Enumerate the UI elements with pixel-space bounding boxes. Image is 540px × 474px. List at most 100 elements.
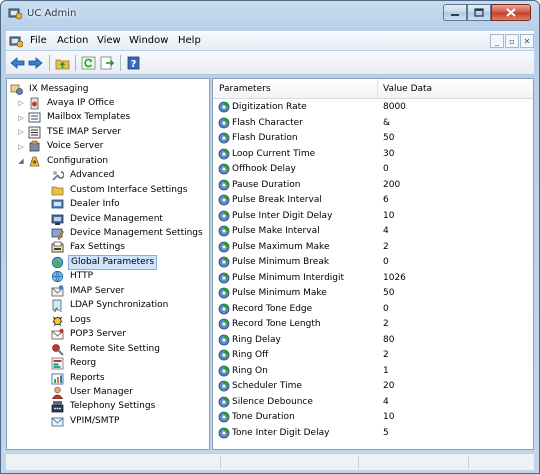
parameter-name: Flash Character — [232, 117, 303, 128]
back-arrow-icon — [10, 57, 25, 69]
expander-icon[interactable]: ◢ — [17, 157, 25, 165]
parameter-name: Pulse Minimum Make — [232, 288, 327, 298]
tree-item-label: IX Messaging — [29, 83, 89, 94]
menu-window[interactable]: Window — [129, 35, 168, 46]
tree-item-configuration[interactable]: ◢ Configuration — [17, 154, 110, 168]
parameter-icon — [218, 303, 230, 314]
export-button[interactable] — [99, 55, 116, 71]
refresh-button[interactable] — [80, 55, 97, 71]
tree-item-device-management-settings[interactable]: Device Management Settings — [40, 227, 205, 241]
toolbar-separator — [120, 55, 121, 71]
tree-item-label: Global Parameters — [68, 254, 158, 270]
tree-item-avaya-ip-office[interactable]: ▷ Avaya IP Office — [17, 96, 116, 110]
parameter-value: & — [383, 117, 391, 128]
menu-view[interactable]: View — [97, 35, 121, 46]
list-row[interactable]: Pulse Minimum Make 50 — [213, 286, 533, 301]
forward-button[interactable] — [27, 55, 44, 71]
tree-item-dealer-info[interactable]: Dealer Info — [40, 198, 122, 212]
minimize-icon — [451, 13, 459, 16]
messaging-icon — [10, 84, 23, 95]
expander-icon[interactable]: ▷ — [17, 114, 25, 122]
list-row[interactable]: Tone Duration 10 — [213, 410, 533, 425]
tree-item-fax-settings[interactable]: Fax Settings — [40, 241, 127, 255]
parameter-value: 30 — [383, 148, 395, 159]
voice-server-icon — [29, 140, 40, 152]
tree-item-label: Configuration — [47, 155, 109, 166]
tree-item-http[interactable]: HTTP — [40, 270, 95, 284]
app-menu-icon[interactable] — [9, 35, 23, 48]
column-header-value-data[interactable]: Value Data — [383, 84, 432, 94]
tree-item-ldap-synchronization[interactable]: LDAP Synchronization — [40, 299, 170, 313]
parameter-name: Pulse Make Interval — [232, 226, 320, 236]
tree-item-global-parameters[interactable]: Global Parameters — [40, 254, 158, 270]
minimize-button[interactable] — [443, 4, 467, 21]
parameter-value: 10 — [383, 412, 395, 422]
tree-item-remote-site-setting[interactable]: Remote Site Setting — [40, 342, 162, 356]
parameter-name: Record Tone Edge — [232, 303, 313, 314]
expander-icon[interactable]: ▷ — [17, 99, 25, 107]
tree-item-user-manager[interactable]: User Manager — [40, 385, 135, 399]
list-row[interactable]: Digitization Rate 8000 — [213, 100, 533, 115]
list-row[interactable]: Silence Debounce 4 — [213, 395, 533, 410]
parameter-value: 80 — [383, 334, 395, 345]
back-button[interactable] — [9, 55, 26, 71]
title-bar[interactable]: UC Admin — [1, 1, 539, 28]
menu-file[interactable]: File — [30, 35, 47, 46]
tree-item-logs[interactable]: Logs — [40, 313, 93, 327]
parameter-value: 4 — [383, 226, 389, 236]
list-row[interactable]: Record Tone Length 2 — [213, 317, 533, 332]
column-divider[interactable] — [377, 79, 378, 99]
tree-item-mailbox-templates[interactable]: ▷ Mailbox Templates — [17, 111, 132, 125]
maximize-button[interactable] — [467, 4, 491, 21]
list-row[interactable]: Record Tone Edge 0 — [213, 302, 533, 317]
help-button[interactable]: ? — [125, 55, 142, 71]
tree-item-tse-imap-server[interactable]: ▷ TSE IMAP Server — [17, 125, 123, 139]
expander-icon[interactable]: ▷ — [17, 128, 25, 136]
up-folder-button[interactable] — [54, 55, 71, 71]
minimize-icon: _ — [495, 36, 499, 46]
mdi-minimize-button[interactable]: _ — [490, 34, 504, 48]
tree-item-imap-server[interactable]: IMAP Server — [40, 284, 126, 298]
tree-item-device-management[interactable]: Device Management — [40, 212, 165, 226]
tree-item-reorg[interactable]: Reorg — [40, 357, 98, 371]
tree-item-reports[interactable]: Reports — [40, 371, 107, 385]
list-row[interactable]: Loop Current Time 30 — [213, 147, 533, 162]
parameter-name: Pause Duration — [232, 179, 301, 190]
parameter-name: Record Tone Length — [232, 319, 321, 329]
close-button[interactable] — [491, 4, 531, 21]
menu-help[interactable]: Help — [178, 35, 201, 46]
column-header-parameters[interactable]: Parameters — [219, 84, 271, 94]
menu-bar: File Action View Window Help _ ▫ ✕ — [6, 31, 534, 50]
list-row[interactable]: Pulse Inter Digit Delay 10 — [213, 209, 533, 224]
list-row[interactable]: Pause Duration 200 — [213, 178, 533, 193]
refresh-icon — [81, 56, 96, 70]
list-row[interactable]: Ring On 1 — [213, 364, 533, 379]
mdi-close-button[interactable]: ✕ — [520, 34, 534, 48]
list-row[interactable]: Pulse Maximum Make 2 — [213, 240, 533, 255]
list-row[interactable]: Ring Off 2 — [213, 348, 533, 363]
list-row[interactable]: Pulse Make Interval 4 — [213, 224, 533, 239]
tree-item-vpim-smtp[interactable]: VPIM/SMTP — [40, 414, 121, 428]
parameter-name: Flash Duration — [232, 133, 298, 143]
list-row[interactable]: Ring Delay 80 — [213, 333, 533, 348]
list-row[interactable]: Tone Inter Digit Delay 5 — [213, 426, 533, 441]
tree-item-pop3-server[interactable]: POP3 Server — [40, 328, 128, 342]
menu-action[interactable]: Action — [57, 35, 88, 46]
parameter-name: Ring Off — [232, 350, 269, 360]
parameter-name: Pulse Minimum Interdigit — [232, 272, 345, 283]
list-row[interactable]: Flash Duration 50 — [213, 131, 533, 146]
mdi-restore-button[interactable]: ▫ — [505, 34, 519, 48]
tree-item-custom-interface-settings[interactable]: Custom Interface Settings — [40, 183, 189, 197]
tree-item-ix-messaging[interactable]: IX Messaging — [10, 82, 91, 96]
list-row[interactable]: Scheduler Time 20 — [213, 379, 533, 394]
tree-item-advanced[interactable]: Advanced — [40, 169, 116, 183]
list-row[interactable]: Flash Character & — [213, 116, 533, 131]
tree-item-voice-server[interactable]: ▷ Voice Server — [17, 140, 105, 154]
tree-item-telephony-settings[interactable]: Telephony Settings — [40, 400, 157, 414]
list-row[interactable]: Pulse Minimum Break 0 — [213, 255, 533, 270]
list-row[interactable]: Pulse Minimum Interdigit 1026 — [213, 271, 533, 286]
expander-icon[interactable]: ▷ — [17, 143, 25, 151]
list-row[interactable]: Offhook Delay 0 — [213, 162, 533, 177]
parameter-value: 50 — [383, 288, 395, 298]
list-row[interactable]: Pulse Break Interval 6 — [213, 193, 533, 208]
